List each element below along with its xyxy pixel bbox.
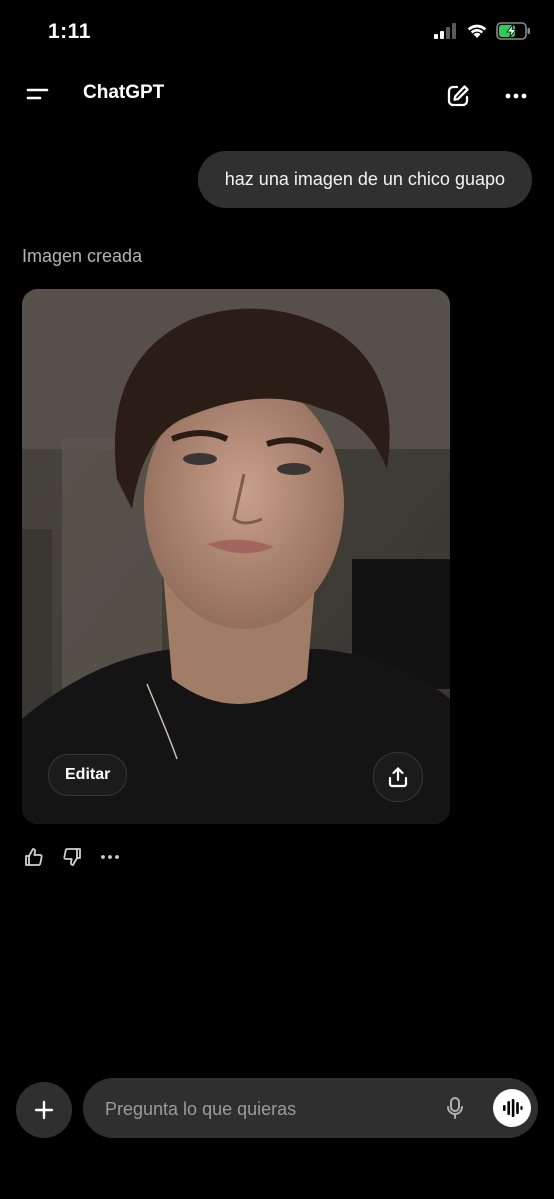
more-icon	[101, 855, 119, 859]
thumbs-down-icon	[63, 848, 81, 866]
new-chat-button[interactable]	[444, 82, 472, 110]
microphone-icon	[447, 1097, 463, 1119]
thumbs-up-icon	[25, 848, 43, 866]
sidebar-menu-button[interactable]	[22, 80, 54, 108]
share-icon	[388, 767, 408, 788]
message-input[interactable]	[103, 1078, 427, 1140]
voice-mode-icon	[503, 1099, 523, 1117]
battery-charging-icon	[496, 21, 532, 45]
composer	[83, 1078, 538, 1140]
image-created-label: Imagen creada	[22, 246, 143, 266]
thumbs-up-button[interactable]	[22, 845, 46, 869]
attach-button[interactable]	[16, 1082, 72, 1138]
sidebar-menu-icon	[26, 88, 49, 100]
top-bar: ChatGPT	[0, 70, 554, 120]
more-icon	[505, 93, 527, 99]
edit-image-button[interactable]: Editar	[48, 754, 128, 796]
message-more-button[interactable]	[98, 845, 122, 869]
user-message-bubble: haz una imagen de un chico guapo	[197, 151, 532, 208]
message-reactions	[22, 843, 122, 871]
cellular-signal-icon	[434, 22, 458, 44]
portrait-image	[22, 289, 450, 824]
voice-mode-button[interactable]	[493, 1089, 531, 1127]
bottom-bar	[0, 1078, 554, 1140]
new-chat-icon	[447, 85, 469, 107]
more-options-button[interactable]	[502, 82, 530, 110]
plus-icon	[34, 1100, 54, 1120]
status-bar: 1:11	[0, 0, 554, 66]
dictate-button[interactable]	[441, 1094, 469, 1122]
status-icons	[434, 21, 532, 45]
share-image-button[interactable]	[373, 752, 423, 802]
edit-image-label: Editar	[65, 766, 111, 783]
app-title: ChatGPT	[83, 82, 165, 103]
thumbs-down-button[interactable]	[60, 845, 84, 869]
generated-image[interactable]: Editar	[22, 289, 450, 824]
status-time: 1:11	[48, 20, 91, 43]
user-message-text: haz una imagen de un chico guapo	[224, 169, 505, 189]
wifi-icon	[466, 23, 488, 44]
